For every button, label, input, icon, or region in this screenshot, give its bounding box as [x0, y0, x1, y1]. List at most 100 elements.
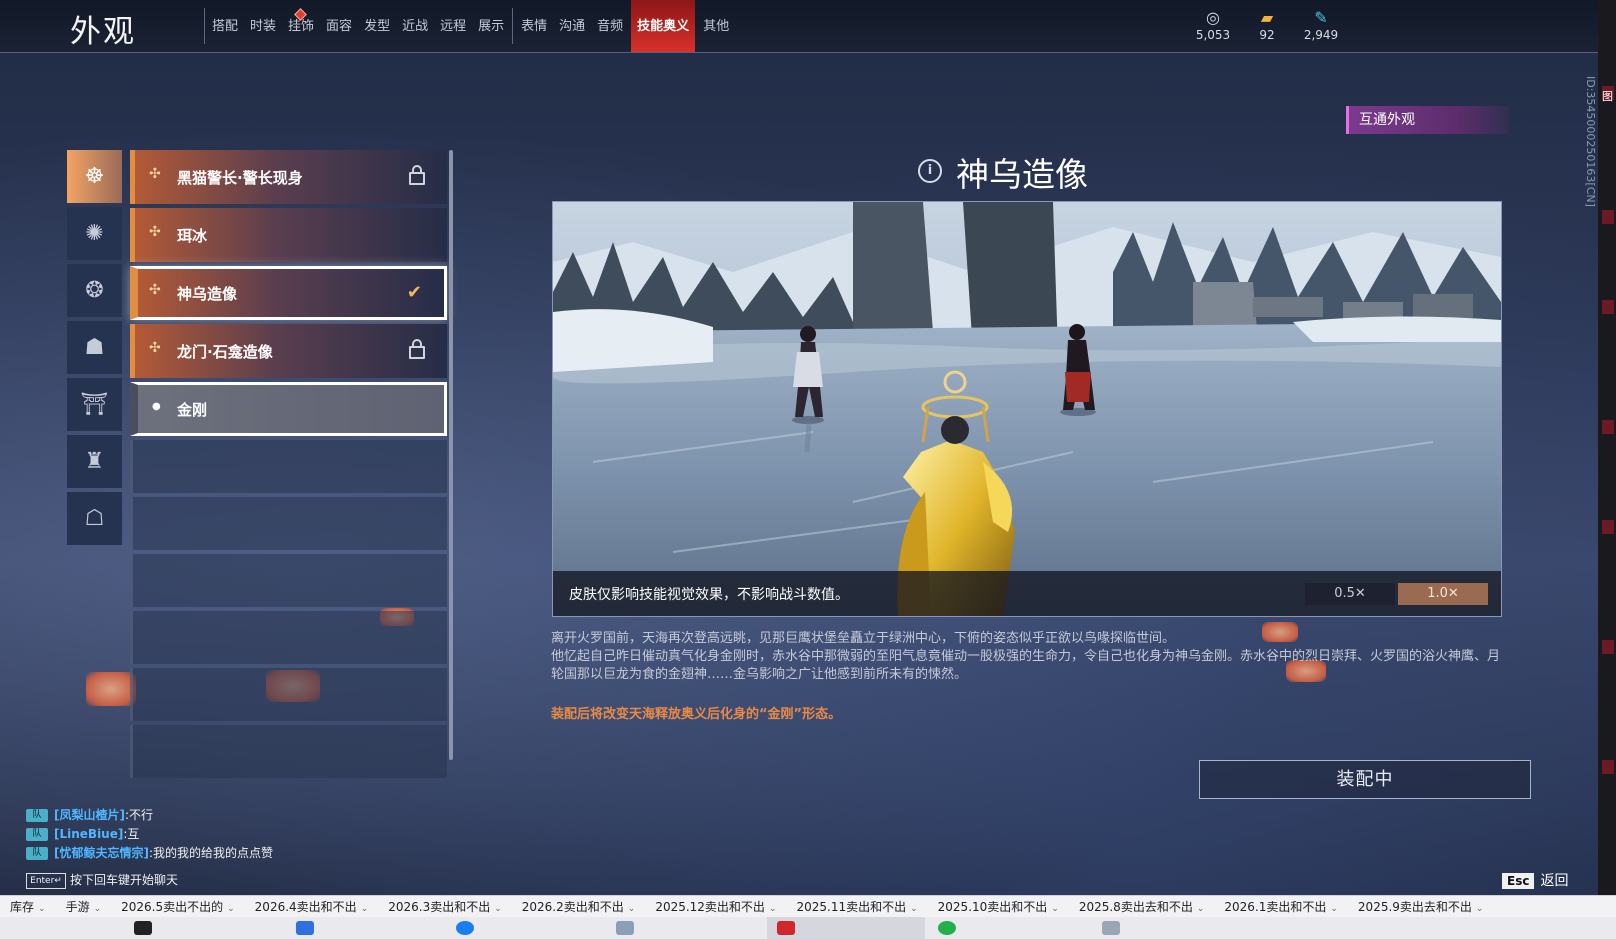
chevron-down-icon: ⌄	[627, 904, 636, 914]
chat-hint-text: 按下回车键开始聊天	[70, 873, 179, 887]
tab-label: 展示	[478, 19, 505, 34]
skin-list: ✣ 黑猫警长·警长现身 ✣ 珥冰 ✣ 神乌造像 ✔ ✣ 龙门·石龛造像 ● 金刚	[130, 150, 447, 782]
chat-message[interactable]: 队 [凤梨山楂片]:不行	[26, 806, 273, 825]
skin-item[interactable]: ✣ 神乌造像 ✔	[130, 266, 447, 320]
skin-name: 龙门·石龛造像	[177, 343, 273, 361]
tab-label: 其他	[703, 19, 730, 34]
skin-name: 珥冰	[177, 227, 208, 245]
bookmark-folder[interactable]: 2026.1卖出和不出 ⌄	[1214, 896, 1348, 918]
bookmark-folder[interactable]: 手游 ⌄	[56, 896, 112, 918]
speed-1.0x-button[interactable]: 1.0✕	[1398, 583, 1488, 605]
chevron-down-icon: ⌄	[768, 904, 777, 914]
skin-item[interactable]: ● 金刚	[130, 382, 447, 436]
chevron-down-icon: ⌄	[494, 904, 502, 914]
skill-form-icon-1[interactable]: ☸	[67, 150, 122, 203]
tab-0[interactable]: 搭配	[208, 0, 242, 52]
bookmark-folder[interactable]: 2025.11卖出和不出 ⌄	[786, 896, 927, 918]
skin-name: 黑猫警长·警长现身	[177, 169, 303, 187]
skill-form-icon-4[interactable]: ☗	[67, 321, 122, 374]
tab-5[interactable]: 近战	[398, 0, 432, 52]
speed-0.5x-button[interactable]: 0.5✕	[1305, 583, 1395, 605]
lantern-light	[86, 672, 136, 706]
bookmark-folder[interactable]: 2026.5卖出不出的 ⌄	[111, 896, 245, 918]
taskbar-app-icon[interactable]	[134, 921, 152, 935]
tab-2[interactable]: 挂饰	[284, 0, 318, 52]
skin-item[interactable]: ✣ 黑猫警长·警长现身	[130, 150, 447, 204]
strip-mark	[1602, 760, 1614, 774]
tab-12[interactable]: 其他	[699, 0, 733, 52]
bookmark-label: 库存	[10, 900, 35, 914]
empty-skin-slot	[130, 554, 447, 607]
rarity-gem-icon: ✣	[149, 224, 161, 240]
bookmark-folder[interactable]: 2025.10卖出和不出 ⌄	[928, 896, 1069, 918]
chat-message[interactable]: 队 [忧郁鲸夫忘情宗]:我的我的给我的点点赞	[26, 844, 273, 863]
tab-label: 搭配	[212, 19, 239, 34]
skill-form-icon-2[interactable]: ✺	[67, 207, 122, 260]
strip-mark	[1602, 520, 1614, 534]
skin-item[interactable]: ✣ 龙门·石龛造像	[130, 324, 447, 378]
player-id-text: ID:3545000250163[CN]	[1584, 76, 1597, 207]
skill-form-icon-6[interactable]: ♜	[67, 435, 122, 488]
preview-scene	[553, 202, 1501, 616]
page-title: 外观	[70, 14, 136, 50]
skin-item[interactable]: ✣ 珥冰	[130, 208, 447, 262]
empty-skin-slot	[130, 725, 447, 778]
skill-form-icon-3[interactable]: ❂	[67, 264, 122, 317]
bookmark-folder[interactable]: 2026.3卖出和不出 ⌄	[378, 896, 512, 918]
tab-4[interactable]: 发型	[360, 0, 394, 52]
taskbar-app-icon[interactable]	[777, 921, 795, 935]
currency-tickets: ▰ 92	[1237, 8, 1297, 42]
tab-9[interactable]: 沟通	[555, 0, 589, 52]
chevron-down-icon: ⌄	[38, 904, 46, 914]
empty-skin-slot	[130, 668, 447, 721]
tab-7[interactable]: 展示	[474, 0, 508, 52]
currency-feathers: ✎ 2,949	[1291, 8, 1351, 42]
category-tabs: 搭配 时装 挂饰 面容 发型 近战 远程 展示 表情 沟通 音频 技能奥义 其他	[208, 0, 737, 52]
rarity-gem-icon: ✣	[149, 166, 161, 182]
bookmark-folder[interactable]: 2025.8卖出去和不出 ⌄	[1069, 896, 1215, 918]
strip-mark	[1602, 420, 1614, 434]
skill-form-icon-7[interactable]: ☖	[67, 492, 122, 545]
lock-icon	[409, 165, 425, 185]
tab-8[interactable]: 表情	[517, 0, 551, 52]
window-right-strip	[1598, 0, 1616, 939]
bookmark-folder[interactable]: 2026.2卖出和不出 ⌄	[512, 896, 646, 918]
bookmark-folder[interactable]: 2026.4卖出和不出 ⌄	[245, 896, 379, 918]
side-char: 图	[1602, 90, 1613, 103]
taskbar-app-icon[interactable]	[456, 921, 474, 935]
lock-icon	[409, 339, 425, 359]
preview-caption: 皮肤仅影响技能视觉效果，不影响战斗数值。	[569, 587, 849, 603]
skin-title: 神乌造像	[920, 148, 1088, 196]
browser-bookmark-bar: 库存 ⌄ 手游 ⌄ 2026.5卖出不出的 ⌄ 2026.4卖出和不出 ⌄ 2026.3卖出和不…	[0, 895, 1616, 920]
tab-label: 发型	[364, 19, 391, 34]
bookmark-label: 2025.11卖出和不出	[796, 900, 907, 914]
tab-3[interactable]: 面容	[322, 0, 356, 52]
list-scrollbar[interactable]	[449, 150, 453, 760]
bookmark-label: 2026.3卖出和不出	[388, 900, 491, 914]
tab-label: 表情	[521, 19, 548, 34]
chat-message[interactable]: 队 [LineBiue]:互	[26, 825, 273, 844]
chat-text: :不行	[124, 808, 154, 822]
skill-form-icon-5[interactable]: ⛩	[67, 378, 122, 431]
tab-11[interactable]: 技能奥义	[631, 0, 696, 52]
bookmark-folder[interactable]: 2025.12卖出和不出 ⌄	[645, 896, 786, 918]
bookmark-label: 2025.8卖出去和不出	[1078, 900, 1193, 914]
taskbar-app-icon[interactable]	[938, 921, 956, 935]
currency-value: 5,053	[1195, 28, 1231, 42]
tab-1[interactable]: 时装	[246, 0, 280, 52]
chat-sender: [忧郁鲸夫忘情宗]	[54, 846, 149, 860]
description-line: 离开火罗国前，天海再次登高远眺，见那巨鹰状堡垒矗立于绿洲中心，下俯的姿态似乎正欲…	[551, 631, 1176, 646]
tab-label: 音频	[597, 19, 624, 34]
bookmark-label: 2026.2卖出和不出	[521, 900, 624, 914]
bookmark-folder[interactable]: 2025.9卖出去和不出 ⌄	[1348, 896, 1494, 918]
taskbar-app-icon[interactable]	[296, 921, 314, 935]
back-button[interactable]: Esc 返回	[1502, 870, 1568, 890]
tab-6[interactable]: 远程	[436, 0, 470, 52]
taskbar-app-icon[interactable]	[616, 921, 634, 935]
chat-input-hint[interactable]: Enter↵ 按下回车键开始聊天	[26, 871, 178, 889]
equip-button[interactable]: 装配中	[1199, 760, 1531, 799]
chevron-down-icon: ⌄	[1051, 904, 1059, 914]
feather-icon: ✎	[1314, 8, 1328, 27]
taskbar-app-icon[interactable]	[1102, 921, 1120, 935]
tab-10[interactable]: 音频	[593, 0, 627, 52]
